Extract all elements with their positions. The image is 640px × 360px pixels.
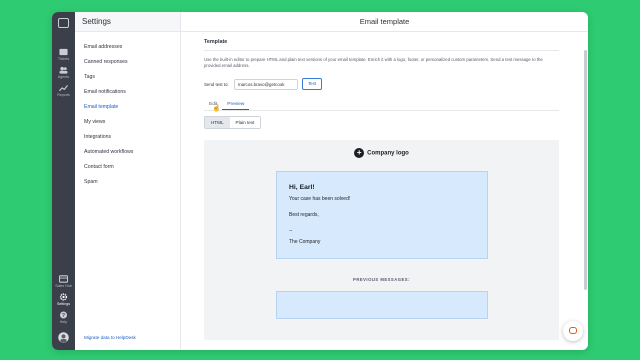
store-icon (59, 275, 68, 283)
sidebar-item-email-addresses[interactable]: Email addresses (75, 40, 180, 55)
user-avatar[interactable] (52, 332, 75, 343)
email-signoff: Best regards, (289, 212, 319, 218)
rail-item-reports[interactable]: Reports (52, 84, 75, 97)
section-title: Template (204, 39, 559, 51)
scrollbar[interactable] (584, 50, 587, 290)
previous-message-card (276, 291, 488, 319)
send-test-label: Send test to: (204, 81, 229, 87)
settings-sidebar: Settings Email addresses Canned response… (75, 12, 181, 350)
email-signature: The Company (289, 239, 321, 245)
sidebar-item-email-template[interactable]: Email template (75, 100, 180, 115)
sidebar-item-canned-responses[interactable]: Canned responses (75, 55, 180, 70)
company-logo-text: Company logo (367, 150, 409, 157)
email-preview: + Company logo Hi, Earl! Your case has be… (204, 140, 559, 340)
pointer-cursor-icon: ☝ (212, 105, 221, 112)
plus-circle-icon: + (354, 148, 365, 158)
html-format-button[interactable]: HTML (205, 117, 230, 128)
app-window: Tickets Agents Reports Sales Hub Setting… (52, 12, 588, 350)
format-toggle: HTML Plain text (204, 116, 262, 129)
rail-item-sales-hub[interactable]: Sales Hub (52, 275, 75, 288)
sidebar-item-contact-form[interactable]: Contact form (75, 160, 180, 175)
email-body-line: Your case has been solved! (289, 196, 351, 202)
template-description: Use the built-in editor to prepare HTML … (204, 57, 543, 68)
main-panel: Email template Template Use the built-in… (181, 12, 588, 350)
sidebar-list: Email addresses Canned responses Tags Em… (75, 32, 180, 190)
sidebar-item-automated-workflows[interactable]: Automated workflows (75, 145, 180, 160)
rail-label: Sales Hub (55, 284, 72, 288)
chat-bubble-icon (569, 327, 577, 334)
content-area: Template Use the built-in editor to prep… (204, 32, 559, 340)
page-title: Email template (181, 12, 588, 32)
rail-item-tickets[interactable]: Tickets (52, 48, 75, 61)
email-separator: -- (289, 228, 293, 234)
chat-widget-button[interactable] (563, 321, 583, 341)
email-greeting: Hi, Earl! (289, 184, 315, 191)
gear-icon (59, 293, 68, 301)
rail-item-agents[interactable]: Agents (52, 66, 75, 79)
inbox-icon (59, 48, 68, 56)
send-test-email-field[interactable]: marcos.bravo@getcook (234, 78, 298, 90)
email-message-card: Hi, Earl! Your case has been solved! Bes… (276, 171, 488, 259)
sidebar-item-my-views[interactable]: My views (75, 115, 180, 130)
svg-text:?: ? (62, 313, 65, 319)
chart-icon (59, 84, 68, 92)
users-icon (59, 66, 68, 74)
rail-label: Tickets (57, 57, 70, 61)
editor-tabs: Edit ☝ Preview (204, 99, 559, 112)
sidebar-item-email-notifications[interactable]: Email notifications (75, 85, 180, 100)
sidebar-title: Settings (75, 12, 180, 32)
previous-messages-label: PREVIOUS MESSAGES: (353, 277, 410, 282)
left-rail: Tickets Agents Reports Sales Hub Setting… (52, 12, 75, 350)
tab-edit[interactable]: Edit ☝ (204, 99, 222, 112)
send-test-row: Send test to: marcos.bravo@getcook Test (204, 78, 559, 90)
plain-text-format-button[interactable]: Plain text (229, 117, 261, 128)
rail-item-help[interactable]: ? Help (52, 311, 75, 324)
rail-label: Agents (57, 75, 70, 79)
rail-label: Settings (57, 302, 70, 306)
sidebar-item-integrations[interactable]: Integrations (75, 130, 180, 145)
test-button[interactable]: Test (302, 78, 322, 90)
tab-preview[interactable]: Preview (222, 99, 250, 110)
company-logo: + Company logo (204, 148, 559, 158)
migrate-data-link[interactable]: Migrate data to HelpDesk (84, 335, 136, 340)
sidebar-item-spam[interactable]: Spam (75, 175, 180, 190)
rail-label: Reports (57, 93, 70, 97)
avatar-icon (58, 332, 69, 343)
app-logo-icon[interactable] (58, 18, 69, 28)
rail-label: Help (59, 320, 68, 324)
rail-item-settings[interactable]: Settings (52, 293, 75, 306)
sidebar-item-tags[interactable]: Tags (75, 70, 180, 85)
question-icon: ? (59, 311, 68, 319)
